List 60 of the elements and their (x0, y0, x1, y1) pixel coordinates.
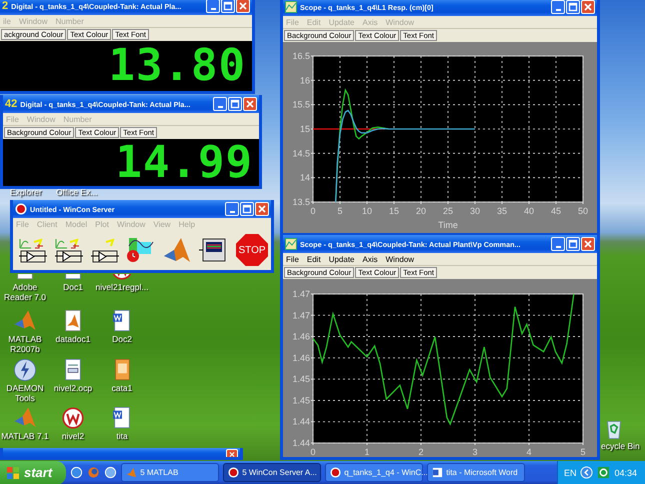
axis-tick-label: 5 (580, 447, 586, 457)
axis-tick-label: 25 (443, 206, 453, 216)
menu-item[interactable]: Window (386, 254, 414, 264)
axis-tick-label: 5 (338, 206, 342, 216)
axis-tick-label: 45 (551, 206, 561, 216)
axis-tick-label: 3 (472, 447, 478, 457)
axis-tick-label: 1.44 (292, 438, 310, 448)
axis-label: Time (438, 220, 458, 230)
axis-tick-label: 1.46 (292, 332, 310, 342)
axis-tick-label: 10 (362, 206, 372, 216)
axis-tick-label: 40 (524, 206, 534, 216)
axis-tick-label: 13.5 (292, 197, 310, 207)
window-icon: 42 (5, 98, 18, 110)
axis-tick-label: 1.46 (292, 352, 310, 363)
axis-tick-label: 1.44 (292, 416, 310, 427)
menu-item[interactable]: Update (328, 254, 354, 264)
axis-tick-label: 1.47 (292, 310, 310, 320)
window-icon: 2 (2, 0, 8, 12)
axis-tick-label: 30 (470, 206, 480, 216)
taskbar-button[interactable]: 5 WinCon Server A... (223, 463, 322, 482)
desktop-shortcut[interactable]: DAEMON Tools (0, 357, 50, 404)
start-button[interactable]: start (0, 460, 66, 484)
desktop-shortcut[interactable]: Adobe Reader 7.0 (0, 274, 50, 303)
menu-item[interactable]: Axis (362, 254, 378, 264)
axis-tick-label: 0 (310, 447, 316, 457)
desktop-shortcut[interactable]: datadoc1 (48, 308, 98, 345)
axis-tick-label: 15 (300, 124, 310, 134)
desktop-shortcut[interactable]: ecycle Bin (601, 415, 645, 452)
axis-tick-label: 50 (578, 206, 588, 216)
axis-tick-label: 15 (389, 206, 399, 216)
axis-tick-label: 1 (364, 447, 370, 457)
axis-tick-label: 14 (300, 172, 310, 183)
language-indicator[interactable]: EN (564, 468, 576, 478)
axis-tick-label: 2 (418, 447, 424, 457)
axis-tick-label: 1.47 (292, 289, 310, 299)
desktop-shortcut[interactable]: nivel2 (48, 405, 98, 442)
menu-item[interactable]: Edit (306, 254, 321, 264)
axis-tick-label: 4 (526, 447, 532, 457)
axis-tick-label: 1.45 (292, 374, 310, 384)
desktop-shortcut[interactable]: MATLAB R2007b (0, 308, 50, 355)
axis-tick-label: 0 (310, 206, 316, 216)
clock: 04:34 (614, 468, 637, 478)
desktop-shortcut[interactable]: tita (97, 405, 147, 442)
menu-item[interactable]: File (286, 254, 299, 264)
axis-tick-label: 16.5 (292, 51, 310, 61)
taskbar-button[interactable]: tita - Microsoft Word (427, 463, 526, 482)
axis-tick-label: 16 (300, 75, 310, 86)
display-value: 13.80 (108, 44, 246, 88)
axis-tick-label: 35 (497, 206, 507, 216)
desktop-shortcut[interactable]: cata1 (97, 357, 147, 394)
display-value: 14.99 (116, 140, 253, 184)
desktop-shortcut[interactable]: Doc2 (97, 308, 147, 345)
axis-tick-label: 1.45 (292, 395, 310, 406)
axis-tick-label: 20 (416, 206, 426, 216)
stop-button[interactable]: STOP (236, 234, 268, 266)
taskbar-button[interactable]: 5 MATLAB (121, 463, 220, 482)
desktop-shortcut[interactable]: nivel2.ocp (48, 357, 98, 394)
axis-tick-label: 14.5 (292, 148, 310, 158)
desktop-shortcut[interactable]: MATLAB 7.1 (0, 405, 50, 442)
axis-tick-label: 15.5 (292, 100, 310, 110)
